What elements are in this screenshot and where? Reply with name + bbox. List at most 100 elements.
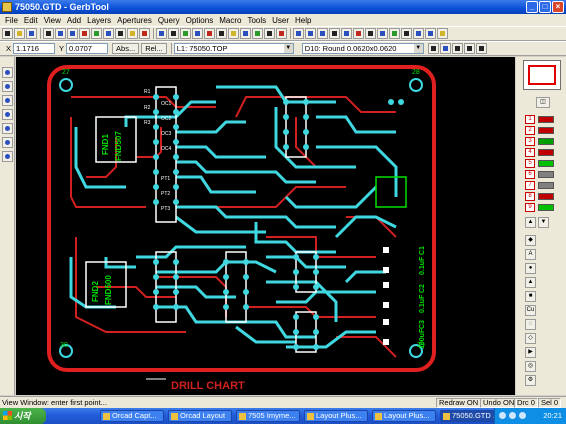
- menu-file[interactable]: File: [2, 16, 21, 25]
- minimize-button[interactable]: _: [526, 1, 538, 13]
- menu-edit[interactable]: Edit: [21, 16, 41, 25]
- absolute-button[interactable]: Abs...: [112, 43, 140, 54]
- taskbar-item[interactable]: Layout Plus...: [372, 410, 436, 422]
- add-text-icon[interactable]: A: [525, 249, 536, 260]
- flag-icon[interactable]: ▶: [525, 347, 536, 358]
- menu-apertures[interactable]: Apertures: [114, 16, 155, 25]
- menu-layers[interactable]: Layers: [84, 16, 114, 25]
- open-file-icon[interactable]: [14, 28, 25, 39]
- snap-icon[interactable]: [389, 28, 400, 39]
- settings-icon[interactable]: ⚙: [525, 375, 536, 386]
- taskbar-item-active[interactable]: 75050.GTD ...: [440, 410, 498, 422]
- zoom-window-icon[interactable]: [2, 95, 13, 106]
- layer-icon[interactable]: [180, 28, 191, 39]
- layer-edit-icon[interactable]: [439, 43, 451, 54]
- aperture-icon[interactable]: [192, 28, 203, 39]
- corner-icon[interactable]: [475, 43, 487, 54]
- move-icon[interactable]: [103, 28, 114, 39]
- pad-icon[interactable]: [228, 28, 239, 39]
- taskbar-item[interactable]: Layout Plus...: [304, 410, 368, 422]
- new-file-icon[interactable]: [2, 28, 13, 39]
- trace-icon[interactable]: [240, 28, 251, 39]
- y-coordinate-field[interactable]: 0.0707: [66, 43, 109, 54]
- mirror-icon[interactable]: [115, 28, 126, 39]
- menu-tools[interactable]: Tools: [244, 16, 269, 25]
- save-icon[interactable]: [26, 28, 37, 39]
- pan-left-icon[interactable]: [413, 28, 424, 39]
- layer-row[interactable]: 6: [525, 170, 557, 179]
- window-select-icon[interactable]: [168, 28, 179, 39]
- polygon-icon[interactable]: [252, 28, 263, 39]
- zoom-previous-icon[interactable]: [2, 123, 13, 134]
- pan-icon[interactable]: [2, 137, 13, 148]
- pan-right-icon[interactable]: [425, 28, 436, 39]
- query-icon[interactable]: [401, 28, 412, 39]
- layer-down-icon[interactable]: ▼: [538, 217, 549, 228]
- menu-query[interactable]: Query: [155, 16, 183, 25]
- menu-macro[interactable]: Macro: [216, 16, 244, 25]
- pcb-canvas[interactable]: 27 28 30 29 FND1 FND507 FND2 FND500 C1 0…: [16, 57, 515, 395]
- select-icon[interactable]: [156, 28, 167, 39]
- grid-icon[interactable]: [264, 28, 275, 39]
- join-icon[interactable]: [365, 28, 376, 39]
- add-pad-icon[interactable]: ◆: [525, 235, 536, 246]
- delete-icon[interactable]: [79, 28, 90, 39]
- tray-icon[interactable]: [499, 412, 506, 419]
- measure-icon[interactable]: [276, 28, 287, 39]
- print-icon[interactable]: [43, 28, 54, 39]
- zoom-all-icon[interactable]: [2, 109, 13, 120]
- taskbar-item[interactable]: Orcad Capt...: [100, 410, 164, 422]
- layer-select[interactable]: L1: 75050.TOP ▼: [173, 43, 294, 54]
- menu-options[interactable]: Options: [183, 16, 217, 25]
- arc-icon[interactable]: [305, 28, 316, 39]
- maximize-button[interactable]: □: [539, 1, 551, 13]
- relative-button[interactable]: Rel...: [141, 43, 167, 54]
- undo-icon[interactable]: [55, 28, 66, 39]
- layer-row[interactable]: 8: [525, 192, 557, 201]
- box-icon[interactable]: ■: [525, 291, 536, 302]
- grid-toggle-icon[interactable]: [451, 43, 463, 54]
- cut-icon[interactable]: [353, 28, 364, 39]
- pcb-drawing[interactable]: 27 28 30 29 FND1 FND507 FND2 FND500 C1 0…: [16, 57, 515, 395]
- net-icon[interactable]: [216, 28, 227, 39]
- net-icon[interactable]: ◌: [525, 319, 536, 330]
- triangle-icon[interactable]: ▲: [525, 277, 536, 288]
- menu-help[interactable]: Help: [292, 16, 314, 25]
- dot-icon[interactable]: ●: [525, 263, 536, 274]
- menu-add[interactable]: Add: [64, 16, 84, 25]
- zoom-in-icon[interactable]: [2, 67, 13, 78]
- copper-icon[interactable]: Cu: [525, 305, 536, 316]
- close-button[interactable]: ×: [552, 1, 564, 13]
- layer-toggle-icon[interactable]: ◫: [536, 97, 550, 108]
- redo-icon[interactable]: [67, 28, 78, 39]
- line-icon[interactable]: [293, 28, 304, 39]
- layer-up-icon[interactable]: ▲: [525, 217, 536, 228]
- overview-preview[interactable]: [523, 60, 561, 90]
- layer-row[interactable]: 4: [525, 148, 557, 157]
- flash-icon[interactable]: [139, 28, 150, 39]
- shape-icon[interactable]: ◇: [525, 333, 536, 344]
- layer-row[interactable]: 5: [525, 159, 557, 168]
- dimension-icon[interactable]: [341, 28, 352, 39]
- tray-icon[interactable]: [509, 412, 516, 419]
- copy-icon[interactable]: [91, 28, 102, 39]
- layer-row[interactable]: 9: [525, 203, 557, 212]
- globe-icon[interactable]: ◎: [525, 361, 536, 372]
- fillet-icon[interactable]: [377, 28, 388, 39]
- x-coordinate-field[interactable]: 1.1716: [13, 43, 56, 54]
- aperture-select[interactable]: D10: Round 0.0620x0.0620 ▼: [301, 43, 424, 54]
- start-button[interactable]: 시작: [0, 408, 46, 424]
- taskbar-item[interactable]: 7505 Imyme...: [236, 410, 300, 422]
- zoom-out-icon[interactable]: [2, 81, 13, 92]
- layer-row[interactable]: 2: [525, 126, 557, 135]
- layer-row[interactable]: 7: [525, 181, 557, 190]
- menu-user[interactable]: User: [269, 16, 292, 25]
- text-icon[interactable]: [329, 28, 340, 39]
- taskbar-item[interactable]: Orcad Layout: [168, 410, 232, 422]
- circle-icon[interactable]: [317, 28, 328, 39]
- layer-row[interactable]: 3: [525, 137, 557, 146]
- rotate-icon[interactable]: [127, 28, 138, 39]
- drc-icon[interactable]: [204, 28, 215, 39]
- aperture-edit-icon[interactable]: [427, 43, 439, 54]
- menu-view[interactable]: View: [41, 16, 64, 25]
